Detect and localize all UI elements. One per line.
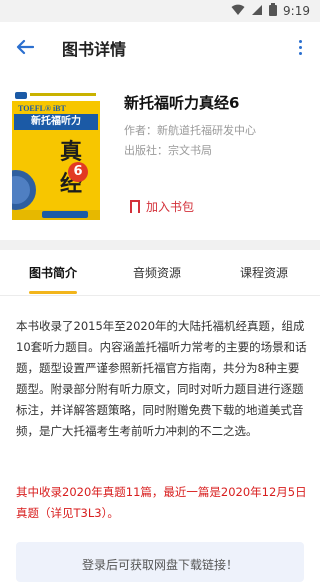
book-title: 新托福听力真经6	[124, 94, 240, 112]
back-arrow-icon[interactable]	[12, 34, 38, 60]
cover-series: 新托福听力	[14, 114, 98, 130]
wifi-icon	[231, 4, 245, 19]
book-note: 其中收录2020年真题11篇，最近一篇是2020年12月5日真题（详见T3L3）…	[16, 485, 307, 520]
page-title: 图书详情	[62, 40, 127, 59]
section-divider	[0, 240, 320, 250]
login-prompt[interactable]: 登录后可获取网盘下载链接！	[16, 542, 304, 582]
app-bar: 图书详情	[0, 22, 320, 72]
status-bar: 9:19	[0, 0, 320, 22]
book-publisher: 出版社：宗文书局	[124, 144, 212, 157]
more-menu-icon[interactable]	[290, 34, 310, 60]
cover-publisher-mark	[42, 211, 88, 218]
signal-icon	[251, 4, 263, 19]
add-to-bag-label: 加入书包	[146, 199, 195, 214]
status-time: 9:19	[283, 4, 310, 18]
tab-audio-resources[interactable]: 音频资源	[133, 264, 181, 281]
book-cover[interactable]: TOEFL® iBT 新托福听力 真经 6	[12, 90, 100, 220]
book-author: 作者：新航道托福研发中心	[124, 124, 256, 137]
tab-course-resources[interactable]: 课程资源	[240, 264, 288, 281]
battery-icon	[269, 3, 278, 19]
active-tab-indicator	[29, 291, 77, 294]
tab-book-intro[interactable]: 图书简介	[29, 264, 77, 281]
book-description: 本书收录了2015年至2020年的大陆托福机经真题，组成10套听力题目。内容涵盖…	[16, 319, 307, 438]
book-card: TOEFL® iBT 新托福听力 真经 6 新托福听力真经6 作者：新航道托福研…	[0, 72, 320, 240]
bookmark-icon	[130, 199, 140, 217]
add-to-bag-button[interactable]: 加入书包	[130, 195, 194, 217]
cd-disc-icon	[12, 170, 36, 210]
cover-brand: TOEFL® iBT	[18, 104, 66, 113]
cover-volume-badge: 6	[68, 162, 88, 182]
publisher-logo-icon	[15, 92, 27, 99]
tab-bar: 图书简介 音频资源 课程资源	[0, 250, 320, 296]
